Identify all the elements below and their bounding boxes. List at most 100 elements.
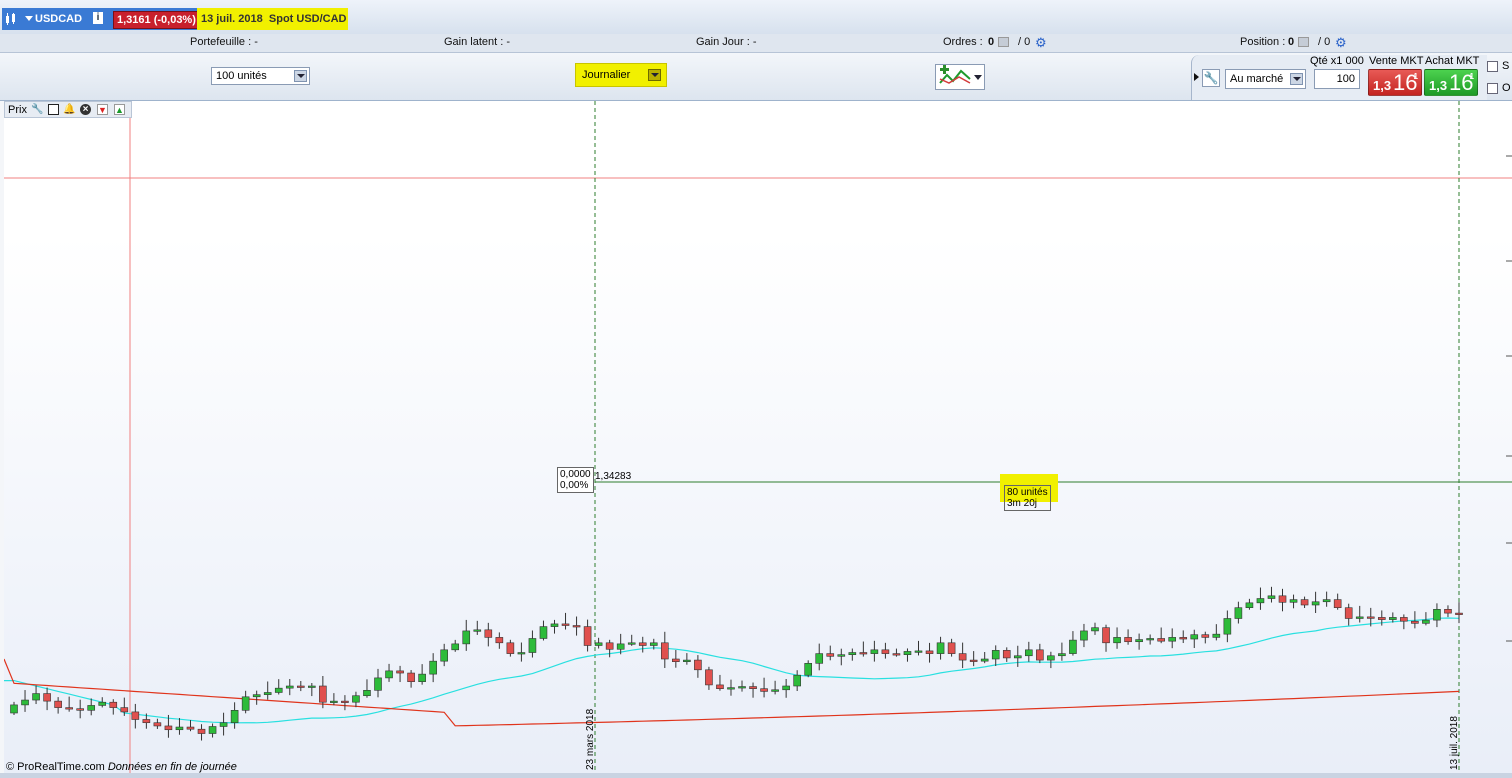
chart-toolbar: Prix 🔧 🔔 × ▼ ▲ [4,101,132,118]
qty-label: Qté x1 000 [1310,55,1364,67]
candle-body [296,685,305,688]
footer-note: Données en fin de journée [107,761,237,773]
buy-label: Achat MKT [1425,55,1480,67]
candle-body [1190,634,1199,640]
window-icon[interactable] [48,104,59,115]
candle-body [1091,627,1099,632]
candle-body [859,652,868,655]
candle-body [1311,601,1320,606]
candle-body [10,704,18,714]
indicator-button[interactable] [935,64,985,90]
chevron-down-icon[interactable] [1290,73,1303,85]
unrealized-gain-info: Gain latent : - [444,36,511,48]
candle-body [638,642,647,646]
period-select[interactable]: Journalier [575,63,667,87]
buy-market-button[interactable]: 1,3 16 1 [1424,69,1478,96]
candle-body [43,693,51,702]
candlestick-icon [5,13,17,25]
bell-icon[interactable]: 🔔 [63,104,75,115]
close-icon[interactable]: × [80,104,91,115]
chevron-down-icon[interactable] [25,16,33,21]
candle-body [1036,649,1044,661]
checkbox-o[interactable] [1487,83,1498,94]
date-instrument-label: 13 juil. 2018 Spot USD/CAD [197,8,348,30]
gear-icon[interactable]: ⚙ [1035,36,1049,49]
candle-body [771,689,779,692]
candle-body [616,643,625,650]
candle-body [914,650,923,653]
info-icon[interactable]: i [93,12,103,24]
candle-body [627,642,636,645]
candle-body [539,626,548,639]
portfolio-info: Portefeuille : - [190,36,258,48]
chevron-right-icon[interactable] [1194,73,1199,81]
title-bar: USDCAD i 1,3161 (-0,03%) 13 juil. 2018 S… [0,0,1512,35]
buy-price-prefix: 1,3 [1429,78,1448,93]
date-label-right: 13 juil. 2018 [1449,716,1460,770]
sell-market-button[interactable]: 1,3 16 1 [1368,69,1422,96]
chevron-down-icon[interactable] [294,70,307,82]
candle-body [462,630,471,645]
candle-body [738,686,746,689]
chevron-down-icon[interactable] [974,75,982,80]
chart-canvas[interactable] [4,101,1512,773]
candle-body [1002,650,1011,659]
candle-body [208,726,217,734]
order-type-select[interactable]: Au marché [1225,69,1306,89]
candle-body [837,654,846,657]
gear-icon[interactable]: ⚙ [1335,36,1349,49]
candle-body [76,708,84,711]
move-down-icon[interactable]: ▼ [97,104,108,115]
account-info-row: Portefeuille : - Gain latent : - Gain Jo… [0,34,1512,53]
candle-body [1344,607,1353,619]
symbol-name[interactable]: USDCAD [35,13,82,25]
wrench-icon[interactable]: 🔧 [1202,69,1220,87]
candle-body [407,672,415,682]
cursor-percent: 0,00% [560,480,589,491]
candle-body [760,688,768,692]
candle-body [285,685,294,689]
candle-body [374,677,382,691]
price-level-label: 1,34283 [595,471,632,482]
buy-price-suffix: 1 [1469,72,1474,81]
candle-body [826,653,835,657]
candle-body [54,700,62,708]
move-up-icon[interactable]: ▲ [114,104,125,115]
orders-window-icon[interactable] [998,37,1009,47]
candle-body [1201,634,1210,638]
checkbox-s[interactable] [1487,61,1498,72]
checkbox-o-label: O [1502,82,1511,94]
wrench-icon[interactable]: 🔧 [31,104,43,115]
candle-body [1333,599,1342,609]
sell-label: Vente MKT [1369,55,1424,67]
candle-body [881,649,890,654]
quantity-input[interactable] [1314,69,1360,89]
candle-body [1322,599,1331,603]
candle-body [186,726,195,730]
candle-body [1168,637,1177,642]
cursor-value: 0,0000 [560,469,591,480]
positions-window-icon[interactable] [1298,37,1309,47]
candle-body [782,685,790,691]
control-row: 100 unités Journalier 🔧 Au marché Qté x1… [0,53,1512,101]
price-change-badge: 1,3161 (-0,03%) [113,11,200,29]
candle-body [1080,630,1088,641]
measure-time: 3m 20j [1007,498,1038,509]
candle-body [131,711,140,720]
chevron-down-icon[interactable] [648,69,661,81]
candle-body [263,692,272,695]
units-select[interactable]: 100 unités [211,67,310,85]
candle-body [947,642,956,654]
candle-body [561,623,570,626]
candle-body [1113,637,1121,644]
candle-body [1433,609,1441,621]
price-chart[interactable] [4,101,1512,773]
candle-body [716,684,724,689]
add-indicator-icon [939,65,971,84]
candle-body [330,700,338,703]
candle-body [341,700,349,703]
date-label-left: 23 mars 2018 [585,708,596,770]
candle-body [109,701,118,708]
orders-label: Ordres : [943,36,983,48]
sell-price-suffix: 1 [1413,72,1418,81]
